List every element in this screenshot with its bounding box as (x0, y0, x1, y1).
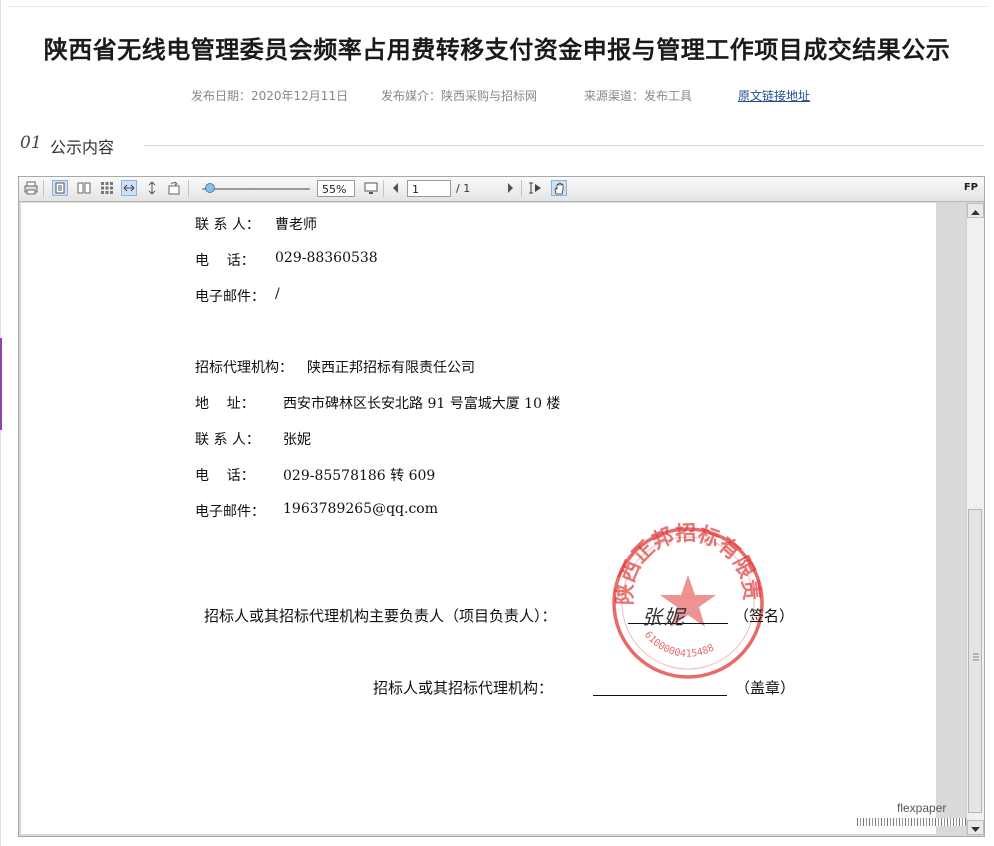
pdf-page: 联 系 人： 曹老师 电 话： 029-88360538 电子邮件： / 招标代… (21, 203, 936, 834)
article-meta: 发布日期：2020年12月11日 发布媒介：陕西采购与招标网 来源渠道：发布工具… (0, 87, 994, 103)
rotate-icon[interactable] (166, 180, 182, 196)
field-label: 联 系 人： (195, 217, 260, 233)
section-rule (144, 145, 984, 146)
toolbar-separator (43, 180, 44, 197)
zoom-slider-thumb[interactable] (205, 183, 215, 193)
signature-suffix: （签名） (734, 607, 795, 625)
fullscreen-icon[interactable] (363, 180, 379, 196)
zoom-input[interactable]: 55% (317, 180, 355, 197)
field-value: / (275, 286, 280, 302)
field-value: 曹老师 (275, 217, 317, 233)
section-number: 01 (20, 133, 42, 153)
field-label: 电子邮件： (195, 289, 265, 305)
company-seal: 陕西正邦招标有限责任公司 6100000415488 (608, 523, 764, 679)
svg-text:6100000415488: 6100000415488 (642, 630, 716, 660)
field-label: 电子邮件： (195, 504, 265, 520)
field-value: 西安市碑林区长安北路 91 号富城大厦 10 楼 (283, 396, 561, 412)
toolbar-separator (188, 180, 189, 197)
thumbnail-view-icon[interactable] (99, 180, 115, 196)
source-link[interactable]: 原文链接地址 (738, 89, 810, 103)
hand-tool-icon[interactable] (551, 180, 567, 196)
handwritten-signature: 张妮 (642, 605, 686, 629)
page-number-input[interactable]: 1 (407, 180, 451, 197)
text-select-icon[interactable] (527, 180, 543, 196)
fit-width-icon[interactable] (121, 180, 137, 196)
publish-date: 发布日期：2020年12月11日 (191, 89, 349, 103)
field-value: 陕西正邦招标有限责任公司 (307, 360, 475, 376)
field-value: 1963789265@qq.com (283, 501, 438, 517)
two-page-icon[interactable] (76, 180, 92, 196)
field-value: 029-88360538 (275, 250, 378, 266)
side-marker (0, 338, 2, 430)
fit-height-icon[interactable] (144, 180, 160, 196)
scroll-thumb[interactable] (968, 509, 982, 813)
seal-suffix: （盖章） (735, 679, 796, 697)
flexpaper-watermark: flexpaper (897, 801, 947, 815)
field-value: 029-85578186 转 609 (283, 468, 436, 484)
zoom-slider[interactable] (202, 188, 310, 190)
field-label: 联 系 人： (195, 432, 260, 448)
scroll-down-button[interactable] (967, 820, 984, 835)
page-total: / 1 (456, 182, 471, 195)
seal-blank (593, 677, 727, 696)
publish-media: 发布媒介：陕西采购与招标网 (381, 89, 538, 103)
document-viewer: 55% 1 / 1 FP 联 系 人： 曹老师 电 话： 029-8836053… (18, 176, 985, 837)
scroll-up-button[interactable] (967, 203, 984, 218)
toolbar-separator (383, 180, 384, 197)
field-label: 电 话： (195, 468, 255, 484)
seal-label: 招标人或其招标代理机构： (373, 679, 554, 697)
field-value: 张妮 (283, 432, 311, 448)
field-label: 招标代理机构： (195, 360, 293, 376)
flexpaper-logo[interactable]: FP (964, 182, 978, 193)
toolbar-separator (521, 180, 522, 197)
section-label: 公示内容 (50, 138, 115, 157)
previous-page-icon[interactable] (388, 180, 404, 196)
print-icon[interactable] (23, 180, 39, 196)
next-page-icon[interactable] (502, 180, 518, 196)
signature-label: 招标人或其招标代理机构主要负责人（项目负责人）： (204, 607, 557, 625)
viewer-toolbar: 55% 1 / 1 FP (19, 177, 984, 202)
barcode-strip (857, 818, 967, 826)
field-label: 电 话： (195, 253, 255, 269)
page-title: 陕西省无线电管理委员会频率占用费转移支付资金申报与管理工作项目成交结果公示 (43, 36, 951, 64)
source-channel: 来源渠道：发布工具 (584, 89, 693, 103)
single-page-icon[interactable] (52, 180, 68, 196)
vertical-scrollbar[interactable] (966, 203, 984, 835)
section-header: 01 公示内容 (18, 133, 984, 157)
top-divider (8, 6, 988, 7)
field-label: 地 址： (195, 396, 255, 412)
